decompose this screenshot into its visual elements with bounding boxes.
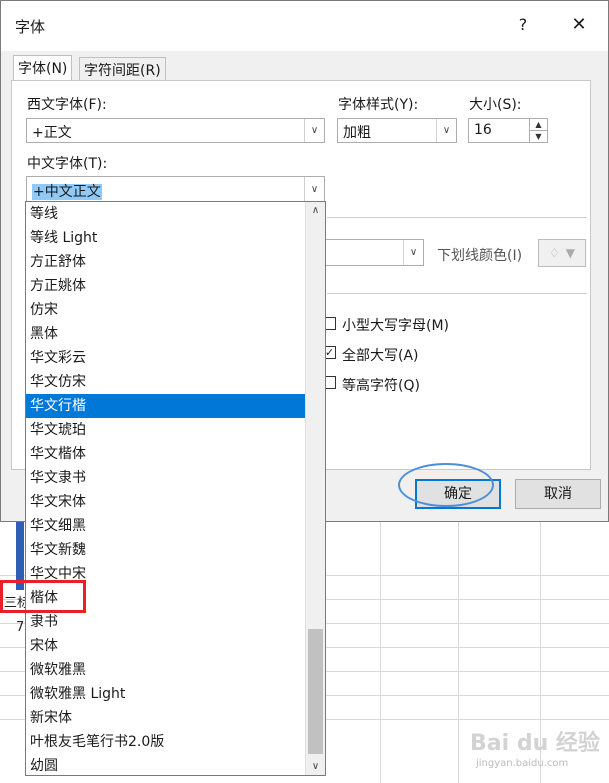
help-button[interactable]: ? <box>511 13 535 37</box>
paint-bucket-icon: ♢ <box>549 246 560 260</box>
font-list-item[interactable]: 叶根友毛笔行书2.0版 <box>26 730 306 754</box>
font-list-item[interactable]: 华文仿宋 <box>26 370 306 394</box>
font-list-item[interactable]: 华文隶书 <box>26 466 306 490</box>
separator <box>327 217 587 218</box>
scroll-thumb[interactable] <box>308 629 323 754</box>
font-list-item[interactable]: 等线 Light <box>26 226 306 250</box>
font-style-select[interactable]: 加粗 ∨ <box>337 118 457 143</box>
font-list-item[interactable]: 华文新魏 <box>26 538 306 562</box>
font-style-value: 加粗 <box>343 125 371 141</box>
size-input[interactable]: 16 ▲ ▼ <box>468 118 548 143</box>
font-list-item[interactable]: 新宋体 <box>26 706 306 730</box>
sheet-cell-text: 7 <box>16 620 25 635</box>
chevron-down-icon[interactable]: ∨ <box>304 177 324 202</box>
font-list-item[interactable]: 等线 <box>26 202 306 226</box>
small-caps-label: 小型大写字母(M) <box>342 318 450 334</box>
red-annotation-box <box>0 580 86 613</box>
title-bar: 字体 ? ✕ <box>1 1 608 51</box>
spin-down-icon[interactable]: ▼ <box>530 130 547 141</box>
watermark-logo: Bai du 经验 <box>470 731 600 756</box>
dialog-title: 字体 <box>15 18 46 36</box>
close-button[interactable]: ✕ <box>567 13 591 37</box>
font-list-item[interactable]: 微软雅黑 <box>26 658 306 682</box>
size-label: 大小(S): <box>469 97 522 113</box>
underline-color-button[interactable]: ♢ ▼ <box>538 239 586 267</box>
western-font-value: +正文 <box>32 125 72 141</box>
chevron-up-icon[interactable]: ∧ <box>306 202 325 219</box>
chevron-down-icon[interactable]: ∨ <box>436 119 456 142</box>
font-list-item[interactable]: 华文细黑 <box>26 514 306 538</box>
grid-line <box>380 515 381 783</box>
equal-height-label: 等高字符(Q) <box>342 378 420 394</box>
all-caps-label: 全部大写(A) <box>342 348 419 364</box>
font-list-item[interactable]: 方正舒体 <box>26 250 306 274</box>
chevron-down-icon: ▼ <box>565 246 575 260</box>
western-font-select[interactable]: +正文 ∨ <box>26 118 325 143</box>
tab-character-spacing[interactable]: 字符间距(R) <box>79 57 166 81</box>
scrollbar[interactable]: ∧ ∨ <box>305 202 325 775</box>
chevron-down-icon[interactable]: ∨ <box>403 240 423 265</box>
font-list-item[interactable]: 宋体 <box>26 634 306 658</box>
chinese-font-value[interactable]: +中文正文 <box>32 184 102 200</box>
font-list-item[interactable]: 华文彩云 <box>26 346 306 370</box>
check-icon: ✓ <box>324 346 335 359</box>
watermark-url: jingyan.baidu.com <box>476 758 569 769</box>
font-list-item[interactable]: 华文琥珀 <box>26 418 306 442</box>
highlight-ellipse <box>398 463 494 507</box>
font-list-item[interactable]: 幼圆 <box>26 754 306 778</box>
spin-up-icon[interactable]: ▲ <box>530 119 547 130</box>
font-list-item[interactable]: 华文行楷 <box>26 394 306 418</box>
font-list: 等线 等线 Light 方正舒体 方正姚体 仿宋 黑体 华文彩云 华文仿宋 华文行楷 华文琥珀 华文… <box>26 202 306 778</box>
chinese-font-label: 中文字体(T): <box>27 156 108 172</box>
font-list-item[interactable]: 仿宋 <box>26 298 306 322</box>
tab-font[interactable]: 字体(N) <box>13 55 73 81</box>
underline-color-label: 下划线颜色(I) <box>437 248 523 264</box>
font-list-item[interactable]: 华文宋体 <box>26 490 306 514</box>
font-list-item[interactable]: 隶书 <box>26 610 306 634</box>
chinese-font-select[interactable]: +中文正文 ∨ <box>26 176 325 203</box>
size-stepper[interactable]: ▲ ▼ <box>529 119 547 142</box>
font-list-item[interactable]: 方正姚体 <box>26 274 306 298</box>
chevron-down-icon[interactable]: ∨ <box>306 758 325 775</box>
font-list-item[interactable]: 华文楷体 <box>26 442 306 466</box>
chinese-font-dropdown-list[interactable]: 等线 等线 Light 方正舒体 方正姚体 仿宋 黑体 华文彩云 华文仿宋 华文行楷 华文琥珀 华文… <box>25 201 326 776</box>
size-value: 16 <box>474 122 492 138</box>
chevron-down-icon[interactable]: ∨ <box>304 119 324 142</box>
font-list-item[interactable]: 微软雅黑 Light <box>26 682 306 706</box>
western-font-label: 西文字体(F): <box>27 97 107 113</box>
separator <box>327 293 587 294</box>
grid-line <box>458 515 459 783</box>
font-list-item[interactable]: 黑体 <box>26 322 306 346</box>
cancel-button[interactable]: 取消 <box>515 479 601 509</box>
font-style-label: 字体样式(Y): <box>338 97 419 113</box>
chart-bar-fragment <box>16 515 24 590</box>
